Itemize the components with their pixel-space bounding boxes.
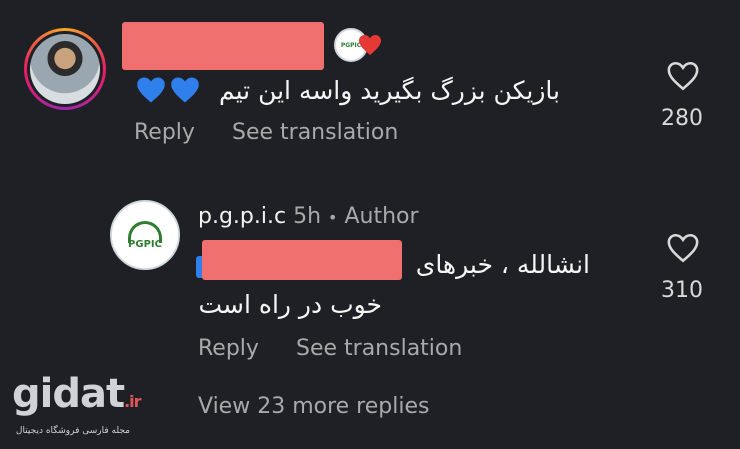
watermark-tagline: مجله فارسی فروشگاه دیجیتال <box>15 426 130 436</box>
avatar-photo <box>30 34 100 104</box>
blue-heart-icon <box>137 77 165 103</box>
reply-button[interactable]: Reply <box>134 120 195 145</box>
reply-button[interactable]: Reply <box>198 336 259 361</box>
comment-line-1: انشالله ، خبرهای <box>415 250 590 279</box>
comment-header: p.g.p.i.c 5h • Author <box>198 204 419 229</box>
like-count: 280 <box>661 106 703 131</box>
comment-line-2: خوب در راه است <box>198 290 382 319</box>
like-count: 310 <box>661 278 703 303</box>
view-more-replies-button[interactable]: View 23 more replies <box>198 394 429 419</box>
redacted-username <box>122 22 324 70</box>
author-label: Author <box>344 204 419 229</box>
see-translation-button[interactable]: See translation <box>296 336 462 361</box>
like-heart-icon[interactable] <box>666 232 700 268</box>
timestamp: 5h <box>293 204 322 229</box>
like-heart-icon[interactable] <box>666 60 700 96</box>
watermark-logo: gidat.ir مجله فارسی فروشگاه دیجیتال <box>12 374 162 436</box>
blue-heart-emojis <box>136 76 200 104</box>
avatar-logo-text: PGPIC <box>128 238 162 250</box>
separator: • <box>328 208 338 227</box>
author-avatar[interactable]: PGPIC <box>110 200 180 270</box>
avatar[interactable] <box>24 28 106 110</box>
watermark-tld: .ir <box>124 392 141 411</box>
blue-heart-icon <box>171 77 199 103</box>
heart-badge-icon <box>358 34 382 56</box>
watermark-brand: gidat <box>12 371 125 417</box>
redacted-mention <box>202 240 402 280</box>
see-translation-button[interactable]: See translation <box>232 120 398 145</box>
comment-body: بازیکن بزرگ بگیرید واسه این تیم <box>218 76 560 105</box>
username[interactable]: p.g.p.i.c <box>198 204 286 229</box>
